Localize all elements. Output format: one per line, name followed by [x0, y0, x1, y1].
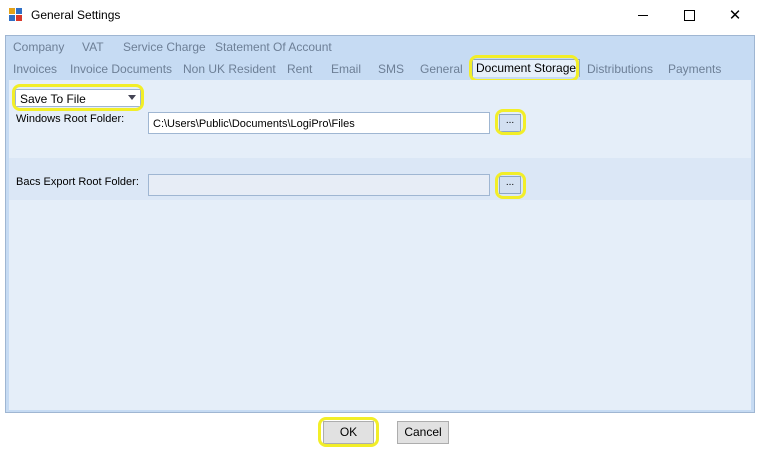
combo-highlight — [12, 84, 144, 111]
tab-general[interactable]: General — [420, 62, 463, 76]
title-bar: General Settings ✕ — [0, 0, 761, 30]
tab-invoices[interactable]: Invoices — [13, 62, 57, 76]
tab-non-uk-resident[interactable]: Non UK Resident — [183, 62, 276, 76]
windows-root-folder-label: Windows Root Folder: — [16, 113, 125, 125]
tab-invoice-documents[interactable]: Invoice Documents — [70, 62, 172, 76]
minimize-icon — [638, 14, 648, 16]
tab-payments[interactable]: Payments — [668, 62, 721, 76]
tab-rent[interactable]: Rent — [287, 62, 312, 76]
bacs-export-root-folder-input[interactable] — [148, 174, 490, 196]
tab-distributions[interactable]: Distributions — [587, 62, 653, 76]
tab-highlight — [469, 55, 579, 82]
tab-sms[interactable]: SMS — [378, 62, 404, 76]
maximize-icon — [683, 9, 695, 21]
tab-statement-of-account[interactable]: Statement Of Account — [215, 40, 332, 54]
close-icon: ✕ — [728, 5, 742, 24]
windows-root-folder-input[interactable]: C:\Users\Public\Documents\LogiPro\Files — [148, 112, 490, 134]
ok-highlight — [318, 417, 379, 447]
tab-company[interactable]: Company — [13, 40, 64, 54]
minimize-button[interactable] — [620, 0, 666, 30]
cancel-button[interactable]: Cancel — [397, 421, 449, 444]
bacs-export-root-folder-label: Bacs Export Root Folder: — [16, 176, 139, 188]
close-button[interactable]: ✕ — [712, 0, 758, 30]
tab-vat[interactable]: VAT — [82, 40, 104, 54]
bacs-browse-highlight — [495, 172, 526, 199]
tab-service-charge[interactable]: Service Charge — [123, 40, 206, 54]
app-window-icon — [9, 8, 23, 22]
maximize-button[interactable] — [666, 0, 712, 30]
window-title: General Settings — [31, 8, 121, 22]
windows-browse-highlight — [495, 109, 526, 135]
tab-email[interactable]: Email — [331, 62, 361, 76]
